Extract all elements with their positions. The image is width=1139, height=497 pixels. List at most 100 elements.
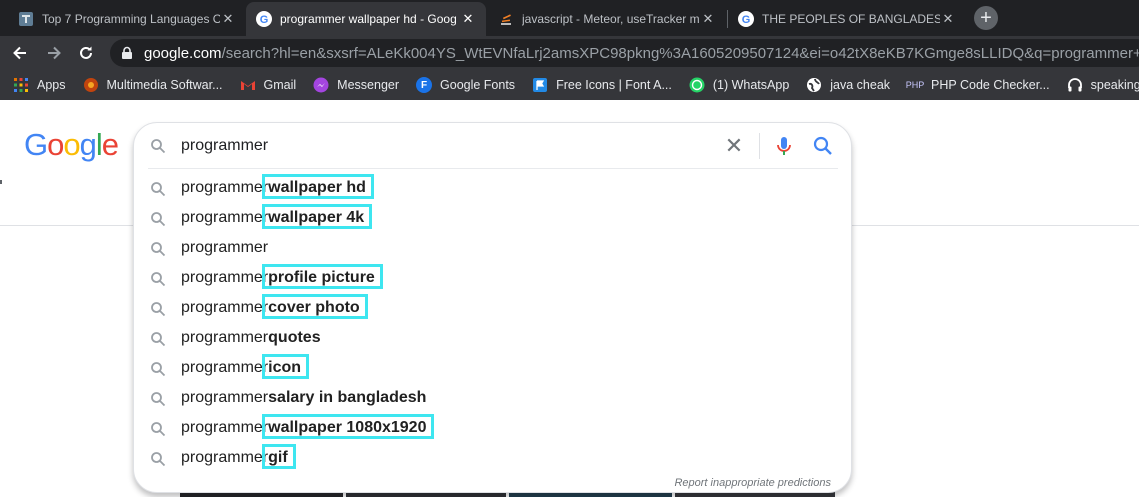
lock-icon (122, 46, 132, 59)
search-icon[interactable] (812, 135, 834, 157)
tab-javascript-meteor[interactable]: javascript - Meteor, useTracker m ✕ (488, 2, 726, 36)
suggestion-completion: quotes (268, 329, 321, 346)
bookmark-whatsapp[interactable]: (1) WhatsApp (689, 77, 789, 93)
highlight-box (262, 264, 383, 289)
search-icon (151, 242, 166, 257)
bookmark-label: (1) WhatsApp (712, 78, 790, 92)
microphone-icon[interactable] (774, 135, 794, 157)
url-path: /search?hl=en&sxsrf=ALeKk004YS_WtEVNfaLr… (221, 44, 1139, 62)
clear-search-button[interactable]: ✕ (724, 133, 744, 158)
logo-letter: G (24, 127, 48, 162)
search-icon (151, 332, 166, 347)
logo-letter: o (47, 127, 64, 162)
logo-letter: g (79, 127, 97, 162)
logo-letter: e (101, 127, 119, 162)
reload-icon (80, 46, 92, 59)
search-input[interactable] (181, 136, 701, 156)
tab-strip: Top 7 Programming Languages Of ✕ G progr… (0, 0, 1139, 36)
bookmark-label: Multimedia Softwar... (106, 78, 223, 92)
suggestion-item[interactable]: programmer icon (134, 353, 851, 383)
query-separator (148, 168, 838, 169)
google-fonts-icon: F (416, 77, 433, 93)
suggestion-completion: salary in bangladesh (268, 389, 427, 406)
highlight-box (262, 414, 435, 439)
bookmark-speaking24[interactable]: speaking24.com (1067, 77, 1139, 93)
bookmark-apps[interactable]: Apps (13, 77, 66, 93)
headphones-icon (1067, 78, 1082, 92)
search-icon (151, 422, 166, 437)
close-icon[interactable]: ✕ (700, 11, 716, 27)
google-results-page: Google ✕ programmerwallpaper hdprogramme… (0, 100, 1139, 497)
bookmark-free-icons[interactable]: Free Icons | Font A... (532, 77, 672, 93)
report-predictions-link[interactable]: Report inappropriate predictions (674, 477, 831, 489)
tab-title: Top 7 Programming Languages Of (42, 12, 220, 26)
close-icon: ✕ (724, 133, 744, 158)
suggestion-item[interactable]: programmer wallpaper hd (134, 173, 851, 203)
search-icon (151, 272, 166, 287)
flag-icon (533, 78, 548, 92)
suggestion-item[interactable]: programmer quotes (134, 323, 851, 353)
search-query-row: ✕ (134, 123, 851, 169)
suggestion-item[interactable]: programmer wallpaper 4k (134, 203, 851, 233)
address-bar[interactable]: google.com/search?hl=en&sxsrf=ALeKk004YS… (110, 39, 1139, 67)
logo-letter: l (95, 127, 103, 162)
suggestion-prefix: programmer (181, 299, 269, 316)
suggestion-item[interactable]: programmer gif (134, 443, 851, 473)
google-logo[interactable]: Google (24, 127, 119, 163)
suggestion-item[interactable]: programmer cover photo (134, 293, 851, 323)
multimedia-icon (83, 78, 98, 92)
suggestion-item[interactable]: programmer profile picture (134, 263, 851, 293)
bookmark-label: speaking24.com (1090, 78, 1139, 92)
suggestion-item[interactable]: programmer (134, 233, 851, 263)
suggestion-prefix: programmer (181, 209, 269, 226)
arrow-left-icon (13, 46, 26, 60)
close-icon[interactable]: ✕ (220, 11, 236, 27)
suggestion-prefix: programmer (181, 419, 269, 436)
google-icon: G (738, 11, 754, 27)
bookmark-label: Apps (37, 78, 66, 92)
tab-top-7-languages[interactable]: Top 7 Programming Languages Of ✕ (8, 2, 246, 36)
tab-programmer-wallpaper[interactable]: G programmer wallpaper hd - Goog ✕ (246, 2, 486, 36)
globe-icon (807, 78, 822, 92)
reload-button[interactable] (74, 41, 98, 65)
search-icon (151, 182, 166, 197)
bookmark-multimedia[interactable]: Multimedia Softwar... (83, 77, 223, 93)
arrow-right-icon (48, 46, 61, 60)
bookmark-gmail[interactable]: Gmail (240, 77, 297, 93)
suggestion-item[interactable]: programmer salary in bangladesh (134, 383, 851, 413)
bookmark-php-checker[interactable]: PHP PHP Code Checker... (906, 77, 1050, 93)
suggestion-prefix: programmer (181, 329, 269, 346)
close-icon[interactable]: ✕ (460, 11, 476, 27)
stackoverflow-icon (501, 14, 511, 25)
bookmark-label: java cheak (830, 78, 891, 92)
search-icon (151, 362, 166, 377)
search-divider (759, 133, 760, 159)
svg-text:G: G (742, 14, 751, 26)
highlight-box (262, 444, 296, 469)
side-edge-mark (0, 180, 2, 184)
search-icon (151, 139, 166, 154)
messenger-icon (313, 77, 329, 93)
search-icon (151, 302, 166, 317)
suggestion-prefix: programmer (181, 359, 269, 376)
suggestion-prefix: programmer (181, 449, 269, 466)
highlight-box (262, 354, 310, 379)
highlight-box (262, 174, 374, 199)
bookmark-google-fonts[interactable]: F Google Fonts (416, 77, 515, 93)
whatsapp-icon (689, 77, 705, 93)
bookmark-messenger[interactable]: Messenger (313, 77, 399, 93)
back-button[interactable] (8, 41, 32, 65)
suggestion-prefix: programmer (181, 239, 269, 256)
tab-peoples-of-bangladesh[interactable]: G THE PEOPLES OF BANGLADESH: ✕ (728, 2, 966, 36)
close-icon[interactable]: ✕ (940, 11, 956, 27)
search-box: ✕ programmerwallpaper hdprogrammerwallpa… (133, 122, 852, 493)
new-tab-button[interactable]: + (974, 6, 998, 30)
bookmark-label: Google Fonts (440, 78, 516, 92)
forward-button[interactable] (42, 41, 66, 65)
bookmark-java-cheak[interactable]: java cheak (806, 77, 890, 93)
bookmark-label: Gmail (263, 78, 297, 92)
plus-icon: + (980, 7, 992, 29)
svg-text:G: G (260, 14, 269, 26)
google-icon: G (256, 11, 272, 27)
suggestion-item[interactable]: programmer wallpaper 1080x1920 (134, 413, 851, 443)
